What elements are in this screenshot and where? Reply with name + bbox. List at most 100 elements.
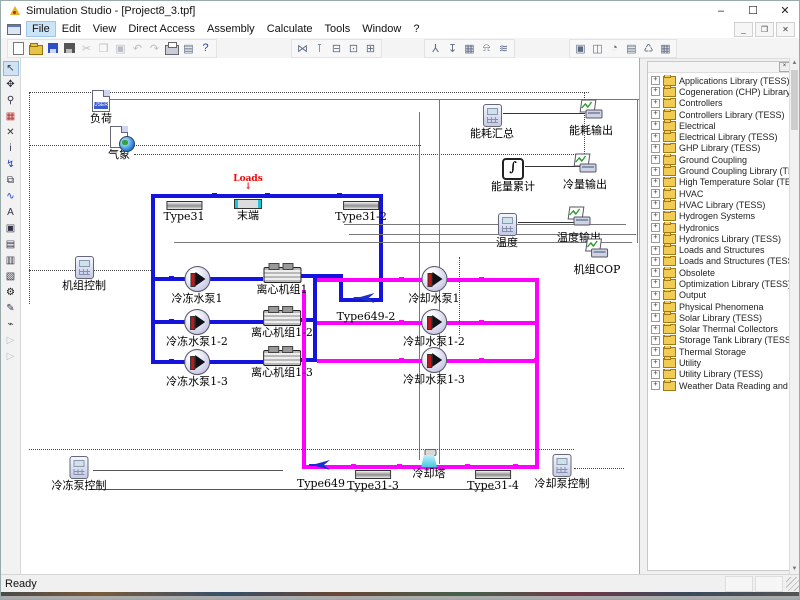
component-load-file[interactable]: USER负荷 <box>90 90 112 125</box>
component-type31[interactable]: Type31 <box>163 192 204 223</box>
fit-horizontal-button[interactable]: ⋈ <box>294 41 311 56</box>
menu-item-view[interactable]: View <box>87 21 123 37</box>
component-chwp-control[interactable]: 冷冻泵控制 <box>52 456 107 492</box>
copy-button[interactable]: ❐ <box>95 41 112 56</box>
scroll-down-icon[interactable]: ▼ <box>790 564 799 574</box>
tree-item[interactable]: +Storage Tank Library (TESS) <box>650 335 791 346</box>
settings-tool[interactable]: ⚙ <box>3 285 19 300</box>
tree-item[interactable]: +Controllers Library (TESS) <box>650 109 791 120</box>
component-cwp-control[interactable]: 冷却泵控制 <box>535 454 590 490</box>
component-cop-output[interactable]: 机组COP <box>574 238 621 276</box>
clock-view-button[interactable]: ◔ <box>606 41 623 56</box>
link-tool[interactable]: ⧉ <box>3 173 19 188</box>
expand-icon[interactable]: + <box>651 212 660 221</box>
component-weather[interactable]: 气象 <box>108 126 130 161</box>
menu-item-assembly[interactable]: Assembly <box>201 21 261 37</box>
zoom-in-tool-button[interactable]: ⊡ <box>345 41 362 56</box>
tree-item[interactable]: +Utility <box>650 357 791 368</box>
list-view-button[interactable]: ▤ <box>623 41 640 56</box>
component-type31-4[interactable]: Type31-4 <box>467 461 519 492</box>
print-button[interactable] <box>163 41 180 56</box>
save-file-button[interactable] <box>44 41 61 56</box>
minimize-button[interactable]: – <box>705 1 737 20</box>
fit-vertical-button[interactable]: ⊺ <box>311 41 328 56</box>
tree-item[interactable]: +Physical Phenomena <box>650 301 791 312</box>
play-tool-1[interactable]: ▷ <box>3 333 19 348</box>
select-tool[interactable]: ↖ <box>3 61 19 76</box>
expand-icon[interactable]: + <box>651 167 660 176</box>
component-type31-2[interactable]: Type31-2 <box>335 192 387 223</box>
tree-item[interactable]: +Hydronics Library (TESS) <box>650 233 791 244</box>
undo-button[interactable]: ↶ <box>129 41 146 56</box>
expand-icon[interactable]: + <box>651 144 660 153</box>
tree-item[interactable]: +Applications Library (TESS) <box>650 75 791 86</box>
play-tool-2[interactable]: ▷ <box>3 349 19 364</box>
expand-icon[interactable]: + <box>651 302 660 311</box>
tree-item[interactable]: +Ground Coupling <box>650 154 791 165</box>
component-temperature-calc[interactable]: 温度 <box>496 213 518 249</box>
component-type31-3[interactable]: Type31-3 <box>347 461 399 492</box>
resize-grip[interactable] <box>786 577 800 591</box>
redo-button[interactable]: ↷ <box>146 41 163 56</box>
component-cw-pump-3[interactable]: 冷却水泵1-3 <box>403 347 465 386</box>
frame-view-button[interactable]: ▣ <box>572 41 589 56</box>
layout-tool-2[interactable]: ▤ <box>3 237 19 252</box>
expand-icon[interactable]: + <box>651 133 660 142</box>
expand-icon[interactable]: + <box>651 246 660 255</box>
component-chiller-1[interactable]: 离心机组1 <box>257 265 308 296</box>
expand-icon[interactable]: + <box>651 359 660 368</box>
window-scrollbar[interactable]: ▲ ▼ <box>789 58 799 574</box>
component-terminal[interactable]: 末端 <box>234 191 262 222</box>
zoom-grid-button[interactable]: ⊞ <box>362 41 379 56</box>
expand-icon[interactable]: + <box>651 121 660 130</box>
tree-item[interactable]: +HVAC Library (TESS) <box>650 199 791 210</box>
parameter-table-button[interactable]: ▦ <box>461 41 478 56</box>
trace-curve-button[interactable]: ≋ <box>495 41 512 56</box>
tree-item[interactable]: +Electrical Library (TESS) <box>650 131 791 142</box>
close-button[interactable]: ✕ <box>769 1 800 20</box>
insert-down-button[interactable]: ↧ <box>444 41 461 56</box>
palette-tool[interactable]: ▦ <box>3 109 19 124</box>
run-tool[interactable]: ⌁ <box>3 317 19 332</box>
tree-item[interactable]: +Loads and Structures (TESS) <box>650 256 791 267</box>
help-button[interactable]: ? <box>197 41 214 56</box>
probe-button[interactable]: ⍾ <box>478 41 495 56</box>
pan-tool[interactable]: ✥ <box>3 77 19 92</box>
save-all-button[interactable] <box>61 41 78 56</box>
child-minimize-button[interactable]: _ <box>734 22 753 37</box>
info-tool[interactable]: i <box>3 141 19 156</box>
wave-tool[interactable]: ∿ <box>3 189 19 204</box>
component-cooling-output[interactable]: 冷量输出 <box>563 153 607 191</box>
expand-icon[interactable]: + <box>651 155 660 164</box>
menu-item-calculate[interactable]: Calculate <box>261 21 319 37</box>
component-chiller-2[interactable]: 离心机组1-2 <box>251 308 313 339</box>
tree-item[interactable]: +HVAC <box>650 188 791 199</box>
tree-item[interactable]: +Hydrogen Systems <box>650 211 791 222</box>
component-cw-pump-2[interactable]: 冷却水泵1-2 <box>403 309 465 348</box>
expand-icon[interactable]: + <box>651 325 660 334</box>
component-unit-control[interactable]: 机组控制 <box>62 256 106 292</box>
menu-item-tools[interactable]: Tools <box>319 21 357 37</box>
scroll-up-icon[interactable]: ▲ <box>790 58 799 68</box>
tree-item[interactable]: +Utility Library (TESS) <box>650 369 791 380</box>
child-restore-button[interactable]: ❐ <box>755 22 774 37</box>
expand-icon[interactable]: + <box>651 234 660 243</box>
expand-icon[interactable]: + <box>651 110 660 119</box>
tree-item[interactable]: +Thermal Storage <box>650 346 791 357</box>
delete-tool[interactable]: ✕ <box>3 125 19 140</box>
print-layout-tool[interactable]: ▥ <box>3 253 19 268</box>
grid-view-button[interactable]: ▦ <box>657 41 674 56</box>
component-chw-pump-2[interactable]: 冷冻水泵1-2 <box>166 309 228 348</box>
menu-item-help[interactable]: ? <box>407 21 425 37</box>
expand-icon[interactable]: + <box>651 370 660 379</box>
expand-icon[interactable]: + <box>651 336 660 345</box>
component-chw-pump-1[interactable]: 冷冻水泵1 <box>172 266 223 305</box>
expand-icon[interactable]: + <box>651 200 660 209</box>
menu-item-file[interactable]: File <box>26 21 56 37</box>
expand-icon[interactable]: + <box>651 257 660 266</box>
canvas[interactable]: USER负荷气象 Type31 末端 Type31-2 机组控制 冷冻水泵1 冷冻水泵1-2… <box>21 58 640 574</box>
zoom-tool[interactable]: ⚲ <box>3 93 19 108</box>
tree-item[interactable]: +Cogeneration (CHP) Library (TESS) <box>650 86 791 97</box>
component-energy-output[interactable]: 能耗输出 <box>569 99 613 137</box>
component-chiller-3[interactable]: 离心机组1-3 <box>251 348 313 379</box>
